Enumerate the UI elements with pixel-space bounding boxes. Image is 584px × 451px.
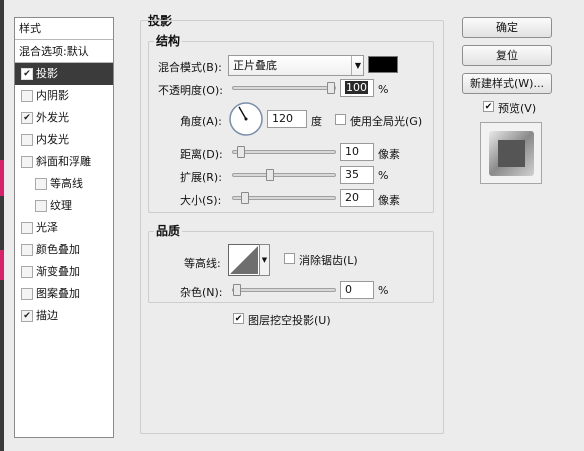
noise-unit: % xyxy=(378,284,389,297)
preview-checkbox[interactable]: ✔ xyxy=(483,101,494,112)
preview-label: 预览(V) xyxy=(498,102,537,115)
distance-label: 距离(D): xyxy=(180,148,223,161)
style-item-label: 纹理 xyxy=(50,199,72,212)
style-item-label: 投影 xyxy=(36,67,58,80)
size-unit: 像素 xyxy=(378,194,400,207)
style-item[interactable]: 纹理 xyxy=(15,195,113,217)
style-item-label: 等高线 xyxy=(50,177,83,190)
quality-title: 品质 xyxy=(154,222,183,239)
style-item-checkbox[interactable] xyxy=(21,288,33,300)
spread-field[interactable]: 35 xyxy=(340,166,374,184)
knockout-checkbox[interactable]: ✔ xyxy=(233,313,244,324)
style-item[interactable]: 颜色叠加 xyxy=(15,239,113,261)
size-label: 大小(S): xyxy=(180,194,222,207)
new-style-button[interactable]: 新建样式(W)... xyxy=(462,73,552,94)
structure-title: 结构 xyxy=(154,32,183,49)
blend-mode-select[interactable]: 正片叠底 xyxy=(228,55,364,76)
opacity-field[interactable]: 100 xyxy=(340,79,374,97)
angle-field[interactable]: 120 xyxy=(267,110,307,128)
contour-preview[interactable] xyxy=(228,244,260,276)
layer-style-dialog: 样式 混合选项:默认 ✔ 投影 内阴影 ✔ 外发光 内发光 斜面和浮雕 等高线 纹理 光泽 颜色叠加渐… xyxy=(0,0,584,451)
opacity-slider[interactable] xyxy=(232,82,336,94)
style-item-label: 渐变叠加 xyxy=(36,265,80,278)
style-item-label: 内阴影 xyxy=(36,89,69,102)
style-item-label: 光泽 xyxy=(36,221,58,234)
spread-slider[interactable] xyxy=(232,169,336,181)
style-item[interactable]: 斜面和浮雕 xyxy=(15,151,113,173)
distance-unit: 像素 xyxy=(378,148,400,161)
style-item[interactable]: 光泽 xyxy=(15,217,113,239)
global-light-label: 使用全局光(G) xyxy=(350,115,423,128)
distance-slider[interactable] xyxy=(232,146,336,158)
angle-unit: 度 xyxy=(311,115,322,128)
knockout-label: 图层挖空投影(U) xyxy=(248,314,331,327)
style-item[interactable]: 图案叠加 xyxy=(15,283,113,305)
style-item-label: 描边 xyxy=(36,309,58,322)
background-window-accent xyxy=(0,250,4,280)
opacity-value: 100 xyxy=(345,81,368,94)
style-item[interactable]: 渐变叠加 xyxy=(15,261,113,283)
style-item-label: 外发光 xyxy=(36,111,69,124)
background-window-edge xyxy=(0,0,4,451)
antialias-checkbox[interactable] xyxy=(284,253,295,264)
global-light-checkbox[interactable] xyxy=(335,114,346,125)
style-item-checkbox[interactable] xyxy=(35,200,47,212)
contour-dropdown-icon[interactable]: ▼ xyxy=(259,244,270,276)
style-item-label: 内发光 xyxy=(36,133,69,146)
style-item-checkbox[interactable] xyxy=(21,244,33,256)
style-preview xyxy=(480,122,542,184)
ok-button[interactable]: 确定 xyxy=(462,17,552,38)
noise-slider[interactable] xyxy=(232,284,336,296)
style-item-checkbox[interactable]: ✔ xyxy=(21,112,33,124)
style-item[interactable]: ✔ 外发光 xyxy=(15,107,113,129)
size-slider-thumb[interactable] xyxy=(241,192,249,204)
spread-slider-thumb[interactable] xyxy=(266,169,274,181)
style-item-checkbox[interactable] xyxy=(21,266,33,278)
style-item-label: 图案叠加 xyxy=(36,287,80,300)
noise-field[interactable]: 0 xyxy=(340,281,374,299)
style-item-label: 斜面和浮雕 xyxy=(36,155,91,168)
noise-slider-thumb[interactable] xyxy=(233,284,241,296)
style-item-checkbox[interactable] xyxy=(21,134,33,146)
distance-field[interactable]: 10 xyxy=(340,143,374,161)
angle-label: 角度(A): xyxy=(180,115,222,128)
spread-label: 扩展(R): xyxy=(180,171,222,184)
style-item-checkbox[interactable]: ✔ xyxy=(21,68,33,80)
antialias-label: 消除锯齿(L) xyxy=(299,254,358,267)
spread-unit: % xyxy=(378,169,389,182)
angle-dial[interactable] xyxy=(228,101,264,137)
preview-swatch-inner xyxy=(498,140,525,167)
distance-slider-thumb[interactable] xyxy=(237,146,245,158)
style-item-checkbox[interactable] xyxy=(21,156,33,168)
style-item-checkbox[interactable] xyxy=(35,178,47,190)
chevron-down-icon[interactable]: ▼ xyxy=(351,56,364,75)
blend-mode-label: 混合模式(B): xyxy=(158,61,222,74)
opacity-unit: % xyxy=(378,83,389,96)
style-item-label: 混合选项:默认 xyxy=(19,45,89,58)
styles-header[interactable]: 样式 xyxy=(15,18,113,40)
blend-color-swatch[interactable] xyxy=(368,56,398,73)
style-item-checkbox[interactable] xyxy=(21,90,33,102)
style-item-label: 颜色叠加 xyxy=(36,243,80,256)
background-window-accent xyxy=(0,160,4,196)
blend-mode-value: 正片叠底 xyxy=(233,59,277,72)
styles-list-panel: 样式 混合选项:默认 ✔ 投影 内阴影 ✔ 外发光 内发光 斜面和浮雕 等高线 纹理 光泽 颜色叠加渐… xyxy=(14,17,114,438)
style-item[interactable]: ✔ 描边 xyxy=(15,305,113,327)
contour-label: 等高线: xyxy=(184,257,221,270)
style-item[interactable]: 混合选项:默认 xyxy=(15,41,113,63)
style-item[interactable]: ✔ 投影 xyxy=(15,63,113,85)
noise-label: 杂色(N): xyxy=(180,286,223,299)
size-field[interactable]: 20 xyxy=(340,189,374,207)
style-item-checkbox[interactable] xyxy=(21,222,33,234)
style-item[interactable]: 等高线 xyxy=(15,173,113,195)
style-item-checkbox[interactable]: ✔ xyxy=(21,310,33,322)
style-item[interactable]: 内发光 xyxy=(15,129,113,151)
style-item[interactable]: 内阴影 xyxy=(15,85,113,107)
opacity-slider-thumb[interactable] xyxy=(327,82,335,94)
size-slider[interactable] xyxy=(232,192,336,204)
opacity-label: 不透明度(O): xyxy=(158,84,223,97)
reset-button[interactable]: 复位 xyxy=(462,45,552,66)
